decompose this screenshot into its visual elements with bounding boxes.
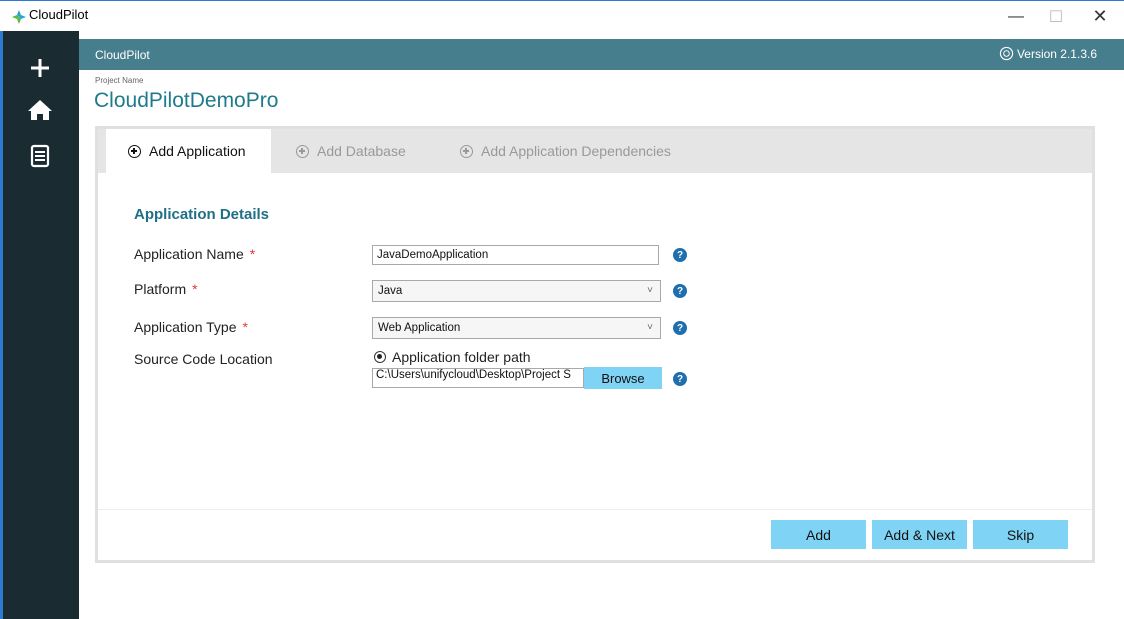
add-icon[interactable] bbox=[25, 53, 55, 83]
add-button[interactable]: Add bbox=[771, 520, 866, 549]
home-icon[interactable] bbox=[25, 95, 55, 125]
application-type-select[interactable]: Web Application ˅ bbox=[372, 317, 661, 339]
version-text: Version 2.1.3.6 bbox=[1016, 46, 1097, 61]
tab-bar: Add Application Add Database Add Applica… bbox=[98, 129, 1092, 173]
label-text: Application Name bbox=[134, 246, 244, 262]
header-app-name: CloudPilot bbox=[95, 48, 150, 62]
add-next-button[interactable]: Add & Next bbox=[872, 520, 967, 549]
sidebar bbox=[0, 31, 79, 619]
select-value: Web Application bbox=[378, 322, 461, 334]
platform-label: Platform * bbox=[134, 281, 198, 297]
maximize-button[interactable]: ☐ bbox=[1036, 1, 1076, 32]
tab-add-application[interactable]: Add Application bbox=[106, 129, 271, 173]
add-circle-icon bbox=[460, 144, 473, 158]
divider bbox=[98, 509, 1092, 510]
required-marker: * bbox=[192, 281, 198, 297]
version-info: Version 2.1.3.6 bbox=[999, 46, 1097, 61]
chevron-down-icon: ˅ bbox=[647, 285, 653, 296]
folder-path-radio[interactable]: Application folder path bbox=[374, 349, 531, 365]
add-circle-icon bbox=[128, 144, 141, 158]
required-marker: * bbox=[249, 246, 256, 262]
tab-label: Add Application Dependencies bbox=[481, 143, 671, 159]
application-type-label: Application Type * bbox=[134, 319, 248, 335]
tab-label: Add Database bbox=[317, 143, 406, 159]
help-icon[interactable]: ? bbox=[673, 248, 687, 262]
tab-add-application-dependencies[interactable]: Add Application Dependencies bbox=[460, 129, 671, 173]
application-name-label: Application Name * bbox=[134, 246, 255, 262]
tab-label: Add Application bbox=[149, 143, 246, 159]
radio-label: Application folder path bbox=[392, 349, 531, 365]
required-marker: * bbox=[242, 319, 248, 335]
section-title: Application Details bbox=[134, 206, 270, 223]
application-name-input[interactable] bbox=[372, 245, 659, 265]
folder-path-input[interactable]: C:\Users\unifycloud\Desktop\Project S bbox=[372, 368, 584, 388]
help-icon[interactable]: ? bbox=[673, 284, 687, 298]
tab-add-database[interactable]: Add Database bbox=[296, 129, 406, 173]
label-text: Application Type bbox=[134, 319, 237, 335]
skip-button[interactable]: Skip bbox=[973, 520, 1068, 549]
help-icon[interactable]: ? bbox=[673, 321, 687, 335]
project-name-label: Project Name bbox=[95, 76, 144, 85]
help-icon[interactable]: ? bbox=[673, 372, 687, 386]
browse-button[interactable]: Browse bbox=[584, 367, 662, 389]
window-title: CloudPilot bbox=[29, 7, 89, 22]
app-header: CloudPilot Version 2.1.3.6 bbox=[79, 39, 1124, 70]
close-button[interactable]: ✕ bbox=[1080, 1, 1120, 32]
minimize-button[interactable]: — bbox=[996, 1, 1036, 32]
platform-select[interactable]: Java ˅ bbox=[372, 280, 661, 302]
report-icon[interactable] bbox=[25, 141, 55, 171]
window-titlebar: CloudPilot — ☐ ✕ bbox=[0, 0, 1124, 31]
select-value: Java bbox=[378, 285, 403, 297]
label-text: Platform bbox=[134, 281, 187, 297]
add-circle-icon bbox=[296, 144, 309, 158]
radio-selected-icon[interactable] bbox=[374, 351, 386, 363]
source-code-location-label: Source Code Location bbox=[134, 351, 273, 367]
version-icon bbox=[999, 46, 1014, 61]
chevron-down-icon: ˅ bbox=[647, 322, 653, 333]
cloudpilot-logo-icon bbox=[12, 10, 26, 24]
project-name: CloudPilotDemoPro bbox=[94, 89, 279, 112]
main-panel: Add Application Add Database Add Applica… bbox=[95, 126, 1095, 563]
